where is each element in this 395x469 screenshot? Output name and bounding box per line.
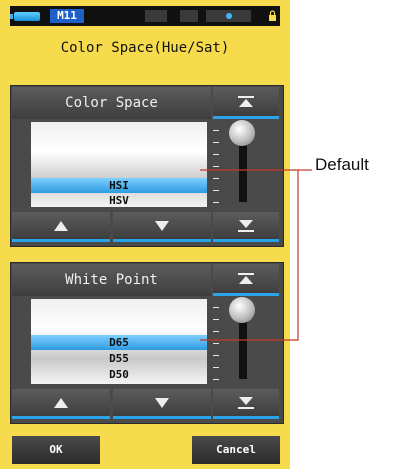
default-callout-label: Default <box>315 155 369 174</box>
default-callout-lines <box>200 169 312 341</box>
